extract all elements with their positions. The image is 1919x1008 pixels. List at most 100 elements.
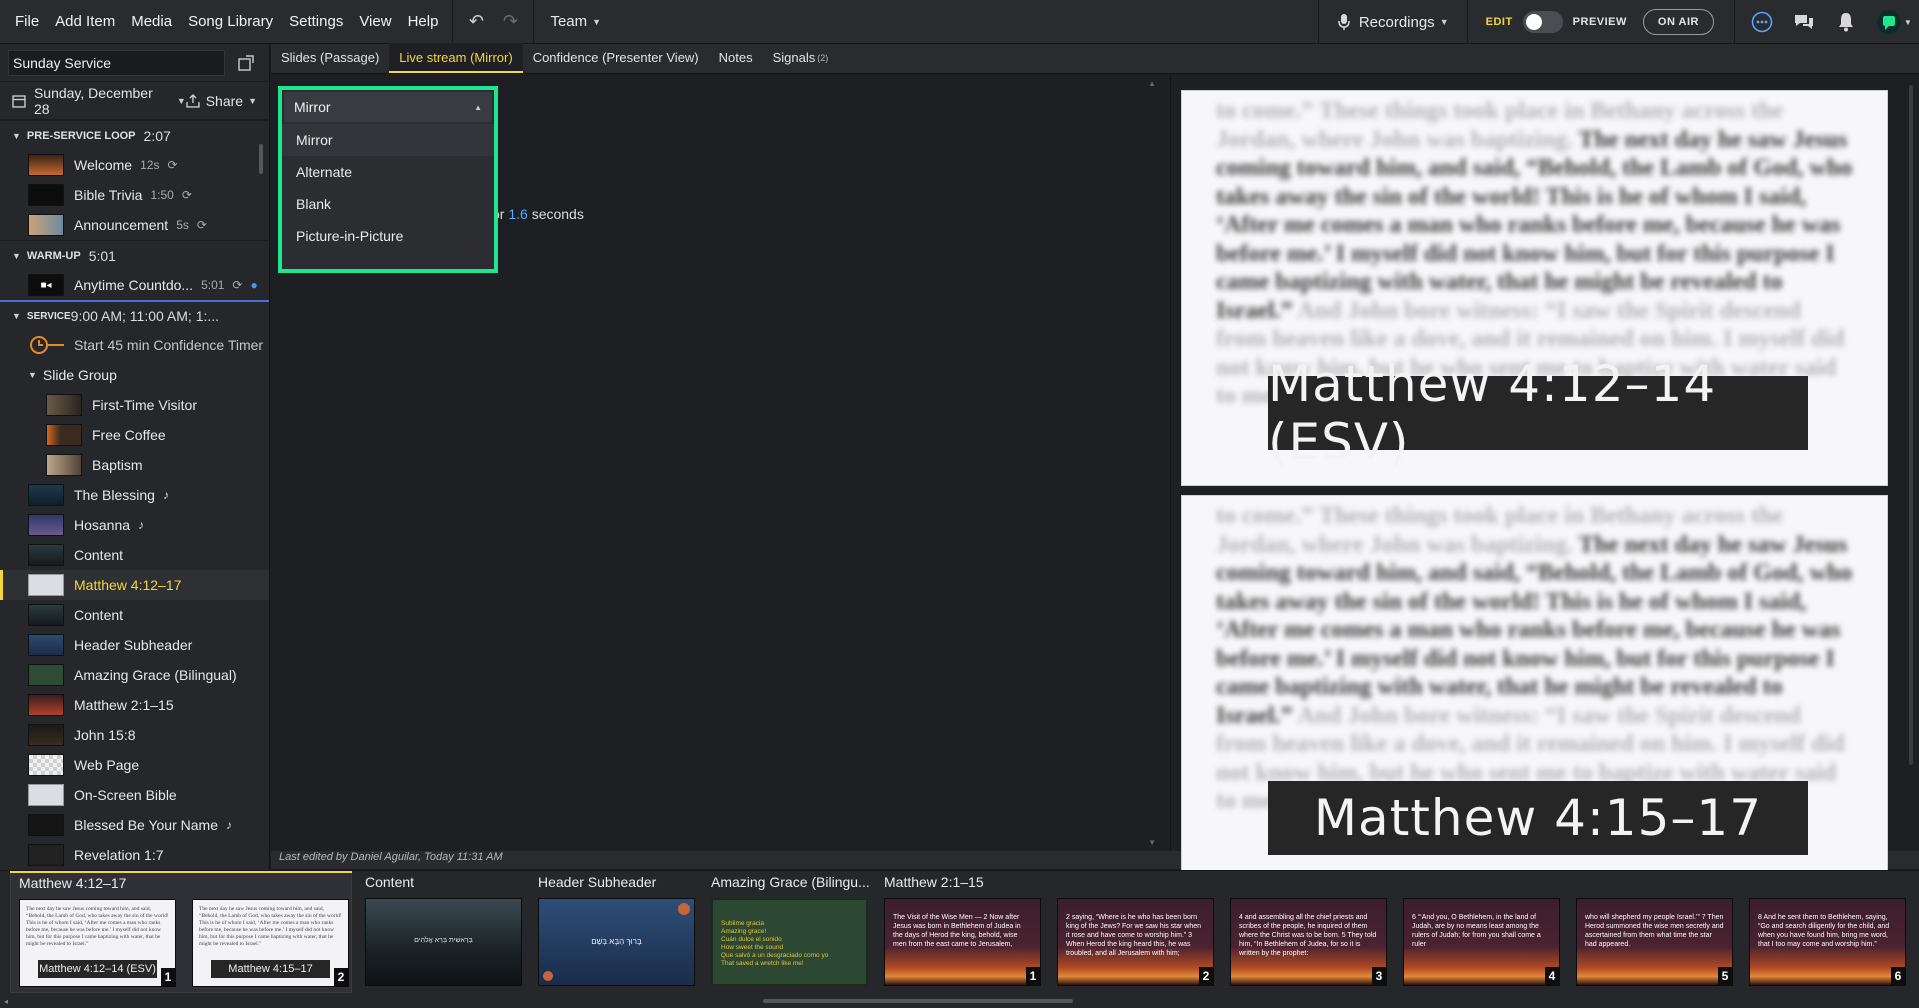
more-options-icon[interactable] (1741, 0, 1783, 44)
item-slide-group[interactable]: ▼ Slide Group (0, 360, 269, 390)
menu-settings[interactable]: Settings (281, 0, 351, 44)
item-welcome[interactable]: Welcome 12s ⟳ (0, 150, 269, 180)
option-blank[interactable]: Blank (282, 188, 494, 220)
slide-thumbnail-matthew-2[interactable]: 4 and assembling all the chief priests a… (1230, 898, 1387, 986)
slide-thumbnail-matthew-2[interactable]: 6 “‘And you, O Bethlehem, in the land of… (1403, 898, 1560, 986)
item-hosanna[interactable]: Hosanna ♪ (0, 510, 269, 540)
item-the-blessing[interactable]: The Blessing ♪ (0, 480, 269, 510)
item-matthew-2-1[interactable]: Matthew 2:1–15 (0, 690, 269, 720)
item-thumbnail (28, 604, 64, 626)
lyric-line: How sweet the sound (721, 944, 784, 951)
duration-value[interactable]: 1.6 (508, 206, 527, 222)
slide-thumbnail-header[interactable]: בָּרוּךְ הַבָּא בְּשֵׁם (538, 898, 695, 986)
slide-thumbnail-content[interactable]: בְּרֵאשִׁית בָּרָא אֱלֹהִים (365, 898, 522, 986)
item-thumbnail (28, 214, 64, 236)
slide-thumbnail[interactable]: The next day he saw Jesus coming toward … (19, 899, 176, 987)
item-amazing-grace[interactable]: Amazing Grace (Bilingual) (0, 660, 269, 690)
verse-text: 4 and assembling all the chief priests a… (1239, 914, 1377, 957)
tab-live-stream[interactable]: Live stream (Mirror) (389, 43, 523, 73)
preview-slide-2[interactable]: to come.” These things took place in Bet… (1181, 495, 1888, 891)
redo-icon[interactable]: ↷ (493, 0, 527, 44)
scroll-left-icon[interactable]: ◂ (4, 997, 8, 1006)
menu-song-library[interactable]: Song Library (180, 0, 281, 44)
item-bible-trivia[interactable]: Bible Trivia 1:50 ⟳ (0, 180, 269, 210)
item-free-coffee[interactable]: Free Coffee (0, 420, 269, 450)
strip-scrollbar[interactable] (763, 999, 1073, 1003)
bell-icon[interactable] (1825, 0, 1867, 44)
tab-confidence[interactable]: Confidence (Presenter View) (523, 43, 709, 73)
item-label: First-Time Visitor (92, 397, 197, 413)
slide-thumbnail-matthew-2[interactable]: 8 And he sent them to Bethlehem, saying,… (1749, 898, 1906, 986)
item-thumbnail (28, 814, 64, 836)
item-label: Amazing Grace (Bilingual) (74, 667, 237, 683)
layout-mode-select[interactable]: Mirror ▲ (284, 92, 492, 122)
chat-icon[interactable] (1783, 0, 1825, 44)
preview-slide-1[interactable]: to come.” These things took place in Bet… (1181, 90, 1888, 486)
collapse-triangle-icon[interactable]: ▼ (28, 370, 37, 380)
lyric-line: Amazing grace! (721, 928, 767, 935)
slide-thumbnail-amazing-grace[interactable]: Sublime gracia Amazing grace! Cuán dulce… (711, 898, 868, 986)
undo-icon[interactable]: ↶ (459, 0, 493, 44)
collapse-triangle-icon[interactable]: ▼ (12, 251, 21, 261)
item-john-15-8[interactable]: John 15:8 (0, 720, 269, 750)
menu-help[interactable]: Help (400, 0, 447, 44)
slide-group-matthew-4[interactable]: Matthew 4:12–17 The next day he saw Jesu… (10, 871, 352, 993)
item-baptism[interactable]: Baptism (0, 450, 269, 480)
mini-passage-text: The next day he saw Jesus coming toward … (26, 906, 169, 947)
item-first-time-visitor[interactable]: First-Time Visitor (0, 390, 269, 420)
item-label: Web Page (74, 757, 140, 773)
section-duration: 5:01 (88, 247, 116, 264)
section-preservice-loop[interactable]: ▼ PRE-SERVICE LOOP 2:07 (0, 120, 269, 150)
item-countdown[interactable]: ■◂ Anytime Countdo... 5:01 ⟳ ● (0, 270, 269, 300)
tab-slides-passage[interactable]: Slides (Passage) (271, 43, 389, 73)
tab-notes[interactable]: Notes (709, 43, 763, 73)
item-web-page[interactable]: Web Page (0, 750, 269, 780)
share-button[interactable]: Share (206, 93, 243, 109)
item-announcement[interactable]: Announcement 5s ⟳ (0, 210, 269, 240)
account-avatar[interactable]: ▼ (1867, 0, 1919, 44)
edit-preview-toggle[interactable] (1522, 11, 1563, 33)
service-name-field[interactable]: Sunday Service (8, 49, 225, 76)
slide-thumbnail[interactable]: The next day he saw Jesus coming toward … (192, 899, 349, 987)
item-blessed-be-your-name[interactable]: Blessed Be Your Name ♪ (0, 810, 269, 840)
slide-thumbnail-matthew-2[interactable]: who will shepherd my people Israel.’” 7 … (1576, 898, 1733, 986)
item-revelation-1-7[interactable]: Revelation 1:7 (0, 840, 269, 870)
item-confidence-timer[interactable]: Start 45 min Confidence Timer (0, 330, 269, 360)
preview-scrollbar[interactable] (1909, 85, 1913, 765)
section-service[interactable]: ▼ SERVICE 9:00 AM; 11:00 AM; 1:... (0, 300, 269, 330)
collapse-triangle-icon[interactable]: ▼ (12, 311, 21, 321)
slide-thumbnail-matthew-2[interactable]: The Visit of the Wise Men — 2 Now after … (884, 898, 1041, 986)
item-on-screen-bible[interactable]: On-Screen Bible (0, 780, 269, 810)
signals-count: (2) (817, 53, 829, 63)
team-label: Team (550, 13, 588, 30)
scroll-down-icon[interactable]: ▼ (1148, 838, 1156, 847)
item-content[interactable]: Content (0, 600, 269, 630)
date-selector[interactable]: Sunday, December 28 (34, 85, 172, 117)
flower-decoration (543, 971, 553, 981)
item-content[interactable]: Content (0, 540, 269, 570)
open-window-icon[interactable] (231, 50, 261, 76)
menu-view[interactable]: View (351, 0, 399, 44)
option-picture-in-picture[interactable]: Picture-in-Picture (282, 220, 494, 252)
group-title: Matthew 4:12–17 (19, 875, 127, 891)
on-air-button[interactable]: ON AIR (1642, 9, 1714, 35)
menu-file[interactable]: File (0, 0, 47, 44)
item-thumbnail (28, 154, 64, 176)
slide-thumbnail-matthew-2[interactable]: 2 saying, “Where is he who has been born… (1057, 898, 1214, 986)
team-menu[interactable]: Team ▼ (540, 13, 611, 30)
menu-media[interactable]: Media (123, 0, 180, 44)
item-thumbnail (46, 454, 82, 476)
tab-signals[interactable]: Signals (2) (763, 43, 839, 73)
option-mirror[interactable]: Mirror (282, 124, 494, 156)
slide-number: 5 (1718, 967, 1732, 985)
sidebar-scrollbar[interactable] (259, 144, 263, 174)
menu-add-item[interactable]: Add Item (47, 0, 123, 44)
recordings-menu[interactable]: Recordings ▼ (1317, 0, 1468, 44)
duration-suffix: seconds (531, 206, 584, 222)
section-warm-up[interactable]: ▼ WARM-UP 5:01 (0, 240, 269, 270)
item-header-subheader[interactable]: Header Subheader (0, 630, 269, 660)
item-matthew-4-12[interactable]: Matthew 4:12–17 (0, 570, 269, 600)
collapse-triangle-icon[interactable]: ▼ (12, 131, 21, 141)
scroll-up-icon[interactable]: ▲ (1148, 79, 1156, 88)
option-alternate[interactable]: Alternate (282, 156, 494, 188)
